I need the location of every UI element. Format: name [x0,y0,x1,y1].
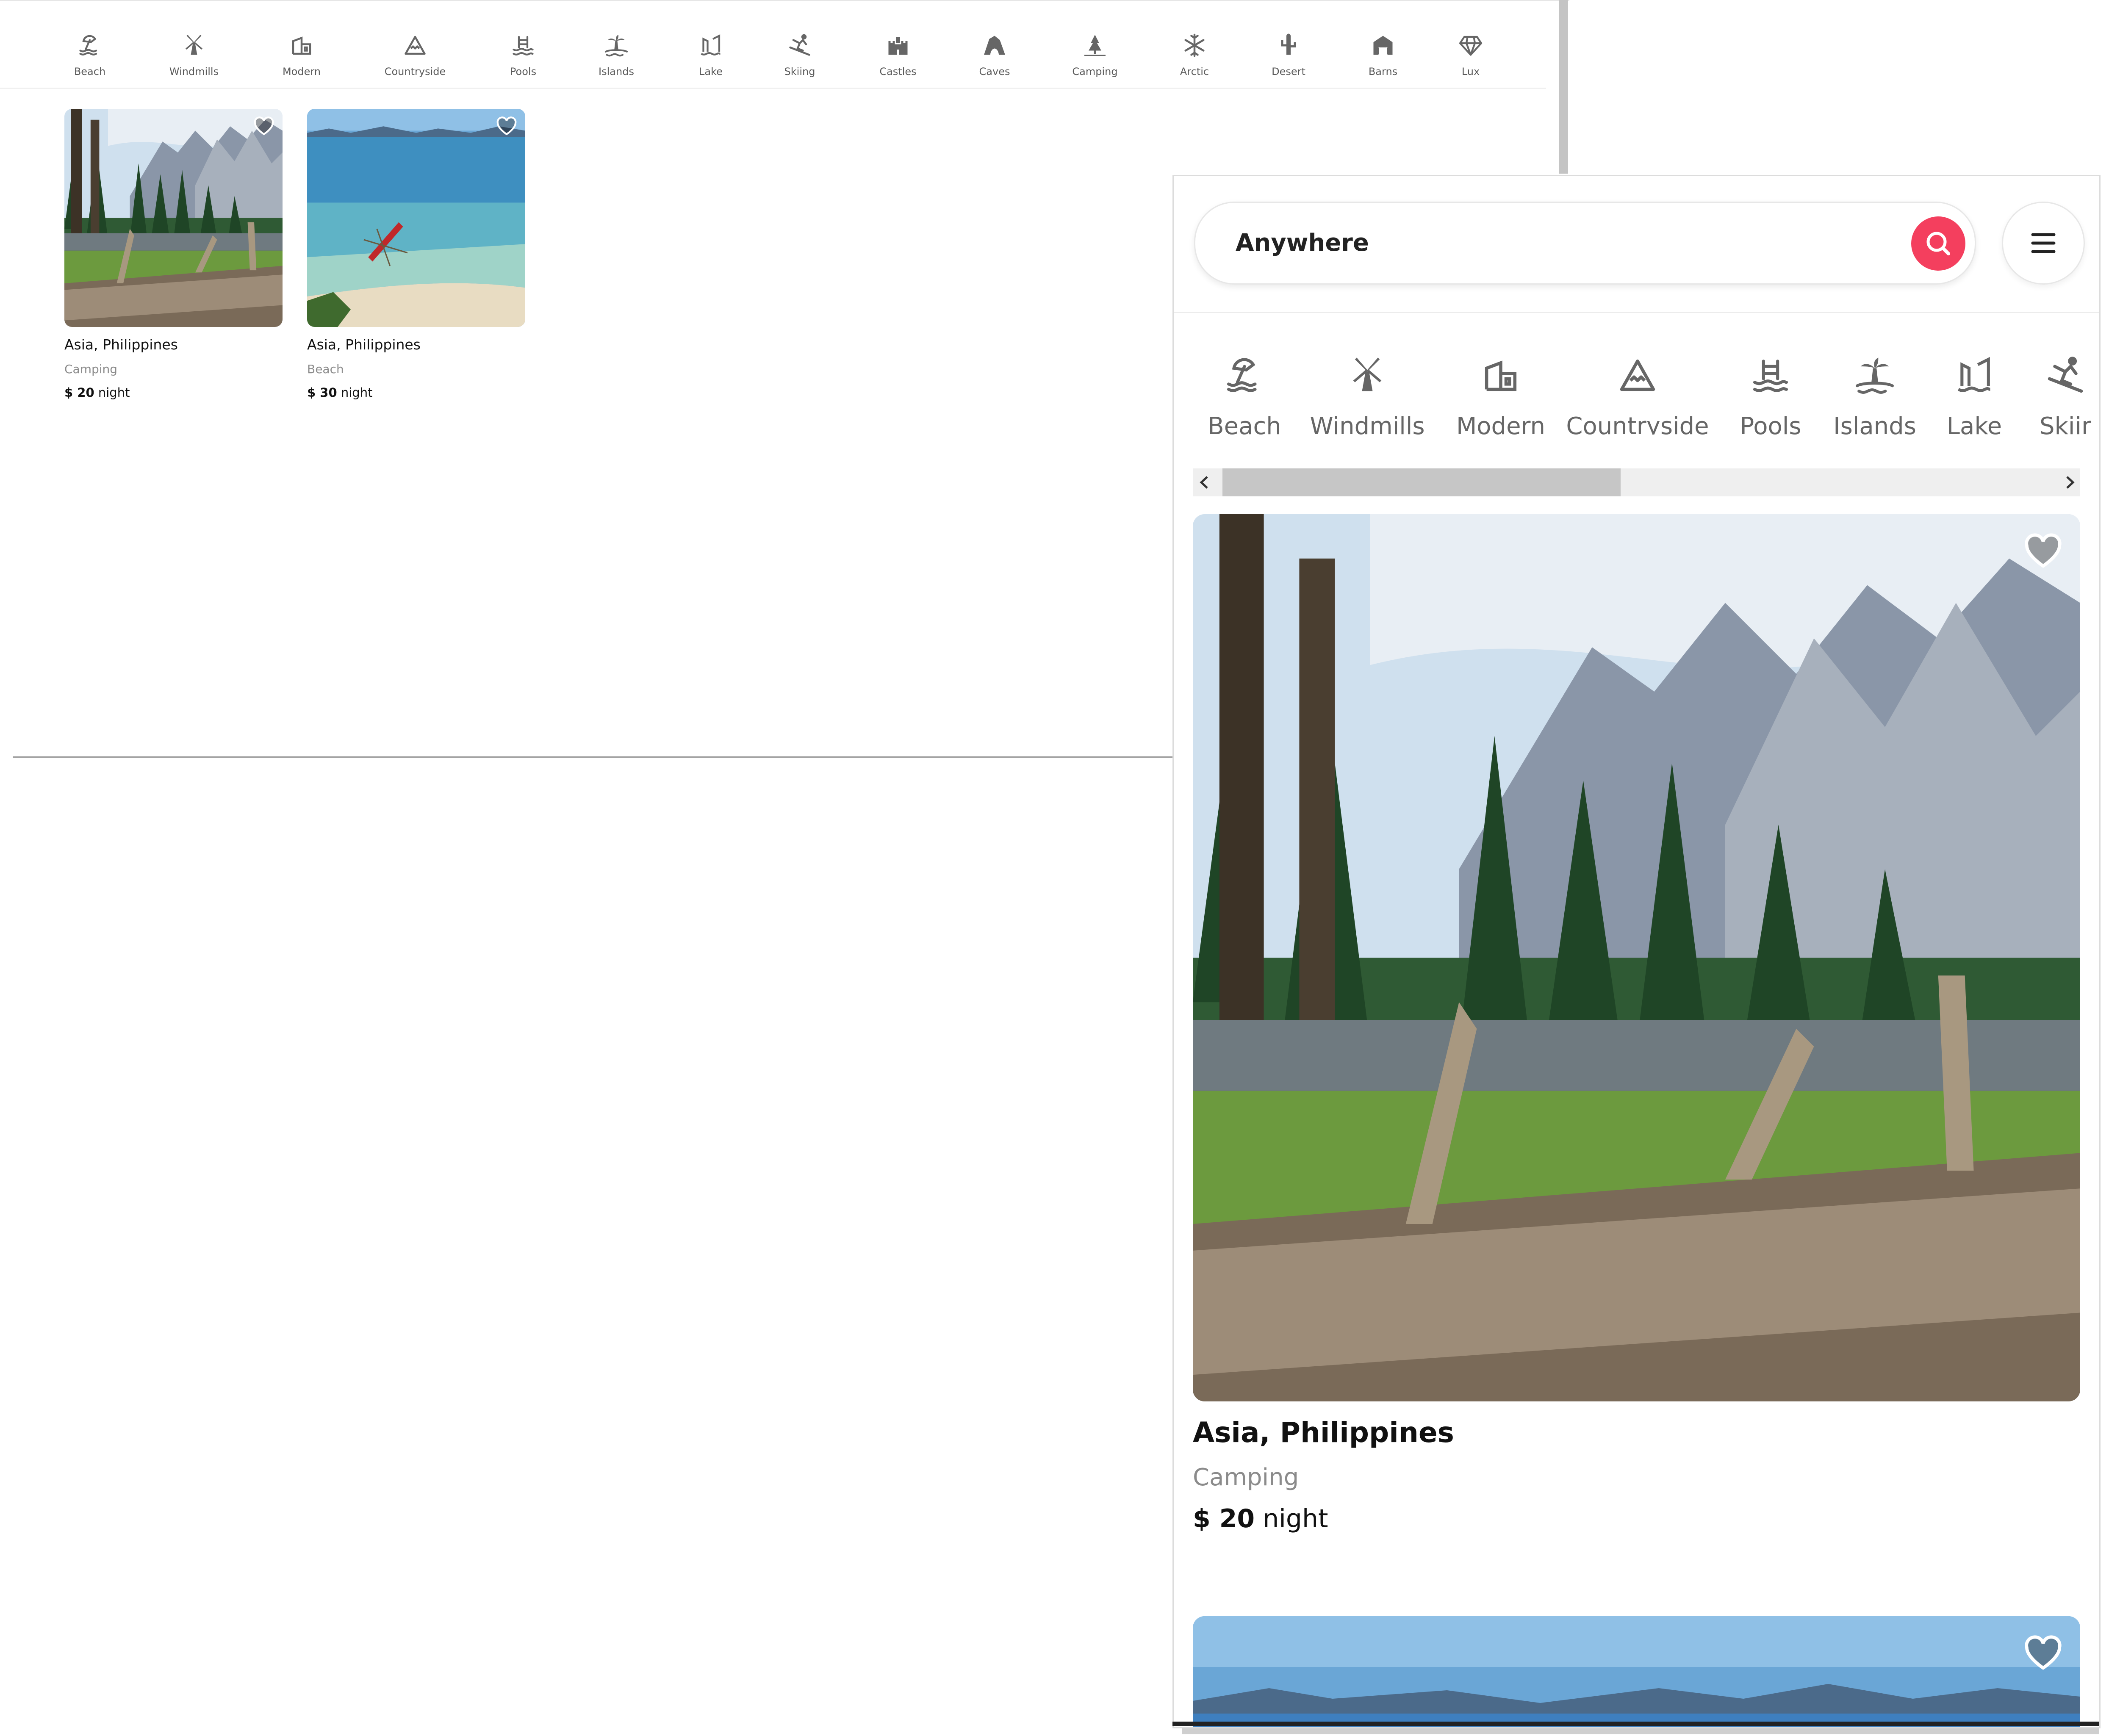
category-item[interactable]: Desert [1242,33,1335,78]
listing-location: Asia, Philippines [64,336,178,353]
category-label: Pools [510,66,537,78]
category-item[interactable]: Castles [851,33,945,78]
barn-icon [1370,33,1396,58]
listing-price: $ 30 night [307,385,525,400]
search-bar[interactable]: Anywhere [1194,202,1976,285]
listing-price: $ 20 night [1193,1504,2080,1534]
forest-lake-mountains-photo [1193,514,2080,1401]
category-label: Lake [699,66,723,78]
pool-icon [510,33,536,58]
search-button[interactable] [1911,216,1965,271]
category-label: Skiing [784,66,815,78]
diamond-icon [1458,33,1483,58]
listing-card[interactable] [1193,1616,2080,1727]
category-item[interactable]: Windmills [147,33,241,78]
island-icon [604,33,629,58]
heart-icon[interactable] [253,116,275,136]
listing-photo[interactable] [307,109,525,327]
forest-lake-mountains-photo [64,109,283,327]
scrollbar-thumb[interactable] [1222,468,1621,496]
category-label: Caves [979,66,1010,78]
category-label: Castles [879,66,917,78]
listing-photo[interactable] [1193,1616,2080,1727]
category-item[interactable]: Caves [948,33,1041,78]
divider [13,756,1173,758]
castle-icon [885,33,911,58]
category-item[interactable]: Pools [477,33,570,78]
category-label: Camping [1072,66,1118,78]
beach-icon [77,33,103,58]
search-icon [1926,232,1950,255]
category-label: Modern [282,66,321,78]
mountain-icon [1616,354,1659,396]
category-label: Desert [1272,66,1305,78]
listing-card[interactable]: Asia, Philippines Beach $ 30 night [307,109,525,400]
category-item[interactable]: Countryside [369,33,462,78]
category-label: Arctic [1180,66,1209,78]
beach-island-kayak-photo [1193,1616,2080,1727]
snowflake-icon [1182,33,1207,58]
category-label: Skiir [2039,413,2092,435]
listing-price: $ 20 night [64,385,283,400]
heart-icon[interactable] [2023,533,2063,569]
listing-location: Asia, Philippines [307,336,421,353]
listing-photo[interactable] [64,109,283,327]
listing-card[interactable]: Asia, Philippines Camping $ 20 night [64,109,283,400]
window-bottom-edge [1172,1722,2099,1726]
modern-house-icon [1480,354,1522,396]
category-bar: Beach Windmills Modern Countryside Pools Isla… [0,9,1546,89]
camping-icon [1082,33,1108,58]
listing-photo[interactable] [1193,514,2080,1401]
mobile-window: Anywhere Beach Windmills Modern Countryside… [1172,175,2101,1728]
heart-icon[interactable] [496,116,518,136]
lake-icon [698,33,723,58]
category-item[interactable]: Islands [570,33,663,78]
listing-card[interactable]: Asia, Philippines Camping $ 20 night [1193,514,2080,1534]
category-item[interactable]: Arctic [1148,33,1241,78]
price-value: $ 20 [64,385,94,400]
price-value: $ 30 [307,385,337,400]
category-item[interactable]: Barns [1336,33,1430,78]
listing-category: Beach [307,362,344,376]
desktop-scrollbar[interactable] [1559,0,1568,174]
search-location-text: Anywhere [1236,229,1369,257]
windmill-icon [181,33,207,58]
cactus-icon [1276,33,1301,58]
modern-house-icon [289,33,314,58]
category-label: Beach [74,66,106,78]
beach-icon [1223,354,1266,396]
category-item[interactable]: Skiir [1959,354,2099,435]
skiing-icon [787,33,812,58]
category-item[interactable]: Modern [255,33,348,78]
listing-category: Camping [64,362,118,376]
price-unit: night [98,385,130,400]
category-label: Islands [599,66,634,78]
category-label: Windmills [169,66,219,78]
category-item[interactable]: Lake [664,33,757,78]
beach-island-kayak-photo [307,109,525,327]
scroll-right-arrow-icon[interactable] [2061,473,2078,491]
hamburger-menu-icon [2031,233,2056,253]
category-item[interactable]: Beach [43,33,136,78]
scroll-left-arrow-icon[interactable] [1196,473,1213,491]
category-item[interactable]: Skiing [753,33,846,78]
category-item[interactable]: Camping [1048,33,1142,78]
menu-button[interactable] [2002,202,2085,285]
heart-icon[interactable] [2023,1635,2063,1671]
category-item[interactable]: Lux [1424,33,1517,78]
price-unit: night [341,385,373,400]
price-value: $ 20 [1193,1504,1255,1534]
skiing-icon [2044,354,2087,396]
mountain-icon [402,33,428,58]
windmill-icon [1346,354,1388,396]
category-label: Countryside [384,66,446,78]
cave-icon [982,33,1007,58]
category-bar: Beach Windmills Modern Countryside Pools Isla… [1174,312,2099,435]
category-scrollbar[interactable] [1193,468,2080,496]
price-unit: night [1263,1504,1328,1534]
category-label: Lux [1461,66,1480,78]
listing-category: Camping [1193,1464,1299,1491]
category-label: Barns [1368,66,1398,78]
listing-location: Asia, Philippines [1193,1416,1454,1449]
